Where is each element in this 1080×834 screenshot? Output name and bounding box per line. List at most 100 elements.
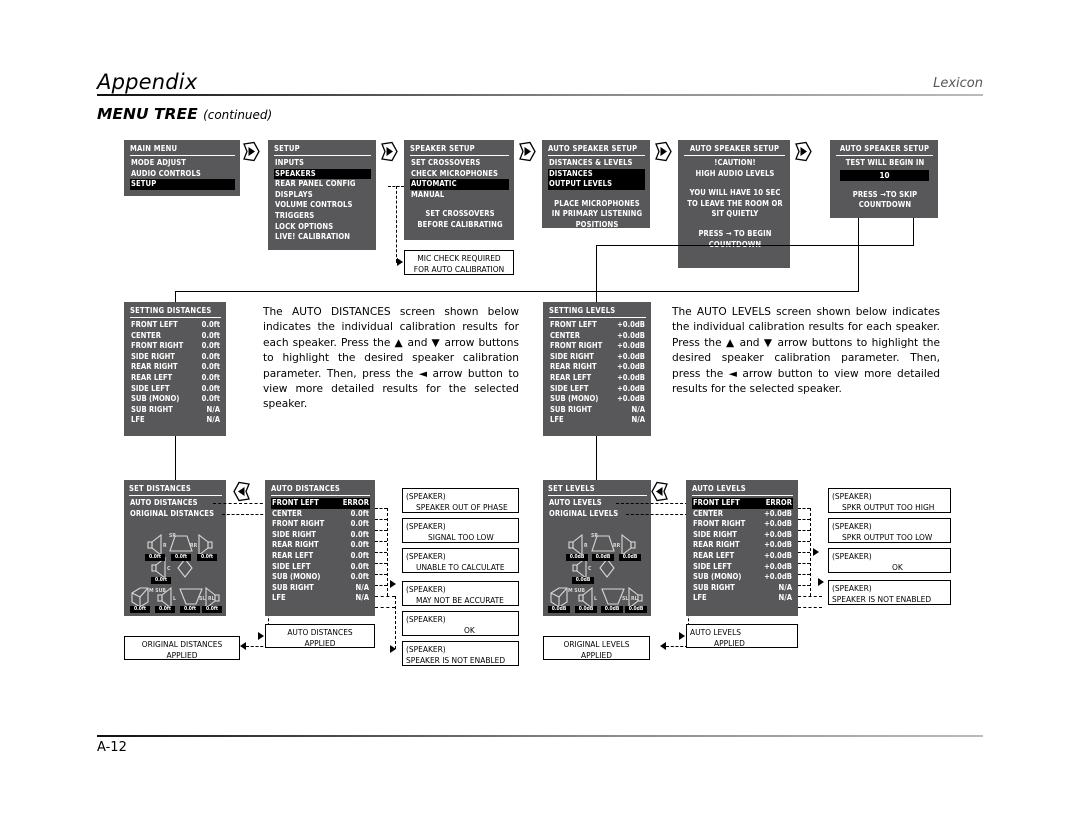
arrowhead-miccheck [397,258,403,266]
nav-left-icon-levels[interactable] [650,481,671,502]
arrowhead-autodist-applied [258,632,264,640]
row-value: ERROR [342,498,369,507]
menu-item-auto-distances[interactable]: AUTO DISTANCES [129,498,222,509]
section-heading-text: MENU TREE [97,105,198,123]
menu-item-check-microphones[interactable]: CHECK MICROPHONES [410,169,509,180]
connector-row-stub [375,607,395,608]
speaker-value-sr: 0.0ft [171,554,191,562]
screen-setting-distances: SETTING DISTANCES FRONT LEFT 0.0ft CENTER… [124,302,226,436]
table-row[interactable]: SIDE LEFT 0.0ft [271,562,370,573]
speaker-value-c: 0.0dB [572,577,594,585]
menu-item-rear-panel-config[interactable]: REAR PANEL CONFIG [274,179,371,190]
table-row[interactable]: CENTER 0.0ft [271,509,370,520]
note-original-levels-applied: ORIGINAL LEVELS APPLIED [543,636,650,660]
row-value: 0.0ft [350,508,369,518]
paragraph-auto-levels: The AUTO LEVELS screen shown below indic… [672,306,940,396]
table-row[interactable]: CENTER +0.0dB [692,509,793,520]
menu-item-displays[interactable]: DISPLAYS [274,190,371,201]
table-row[interactable]: LFE N/A [692,593,793,604]
nav-right-icon-2[interactable] [378,141,399,162]
table-row[interactable]: REAR RIGHT 0.0ft [271,540,370,551]
table-row[interactable]: SUB RIGHT N/A [271,583,370,594]
row-value: 0.0ft [201,394,220,404]
notice-line-3: POSITIONS [575,219,619,229]
menu-item-distances[interactable]: DISTANCES [548,168,645,180]
message-line-2: SIGNAL TOO LOW [428,532,494,542]
menu-item-inputs[interactable]: INPUTS [274,158,371,169]
table-row[interactable]: FRONT RIGHT 0.0ft [271,519,370,530]
screen-auto-speaker-setup-menu: AUTO SPEAKER SETUP DISTANCES & LEVELS DI… [542,140,650,229]
table-row[interactable]: FRONT RIGHT +0.0dB [692,519,793,530]
menu-item-setup[interactable]: SETUP [130,179,235,190]
row-value: +0.0dB [617,394,645,404]
table-row: FRONT LEFT +0.0dB [549,320,646,331]
table-row[interactable]: SUB (MONO) +0.0dB [692,572,793,583]
speaker-label-l: L [173,596,176,603]
connector-row-stub [375,530,387,531]
table-row: REAR RIGHT 0.0ft [130,362,221,373]
table-row[interactable]: SIDE RIGHT +0.0dB [692,530,793,541]
menu-item-audio-controls[interactable]: AUDIO CONTROLS [130,169,235,180]
menu-item-manual[interactable]: MANUAL [410,190,509,201]
table-row: SIDE LEFT 0.0ft [130,384,221,395]
connector-bus-h2 [596,245,914,247]
screen-title: AUTO SPEAKER SETUP [548,144,645,156]
screen-title: AUTO SPEAKER SETUP [684,144,785,156]
page-number: A-12 [97,740,127,755]
menu-item-triggers[interactable]: TRIGGERS [274,211,371,222]
nav-right-icon-3[interactable] [516,141,537,162]
row-value: N/A [631,404,645,414]
menu-item-distances-and-levels[interactable]: DISTANCES & LEVELS [548,158,645,169]
row-name: CENTER [693,508,723,518]
menu-item-speakers[interactable]: SPEAKERS [274,168,371,180]
nav-right-icon-1[interactable] [240,141,261,162]
table-row: SUB RIGHT N/A [130,405,221,416]
row-value: +0.0dB [764,561,792,571]
menu-item-lock-options[interactable]: LOCK OPTIONS [274,222,371,233]
row-value: +0.0dB [764,529,792,539]
row-name: SUB (MONO) [272,572,321,582]
menu-item-live-calibration[interactable]: LIVE! CALIBRATION [274,232,371,243]
note-line-1: MIC CHECK REQUIRED [417,253,501,263]
table-row[interactable]: REAR RIGHT +0.0dB [692,540,793,551]
connector-autolev-dash [616,503,688,504]
table-row: CENTER 0.0ft [130,331,221,342]
table-row[interactable]: REAR LEFT 0.0ft [271,551,370,562]
row-value: 0.0ft [350,572,369,582]
menu-item-original-distances[interactable]: ORIGINAL DISTANCES [129,509,222,520]
connector-row-stub [798,574,810,575]
table-row[interactable]: SIDE LEFT +0.0dB [692,562,793,573]
screen-title: SPEAKER SETUP [410,144,509,156]
table-row[interactable]: FRONT LEFT ERROR [692,498,793,509]
row-name: SUB (MONO) [550,394,599,404]
row-value: N/A [206,404,220,414]
note-line-2: APPLIED [714,638,745,648]
nav-right-icon-5[interactable] [792,141,813,162]
countdown-line-2: COUNTDOWN [858,200,912,210]
nav-left-icon-distances[interactable] [232,481,253,502]
menu-item-volume-controls[interactable]: VOLUME CONTROLS [274,200,371,211]
connector-countdown-right-v [913,218,915,246]
table-row[interactable]: SUB RIGHT N/A [692,583,793,594]
table-row[interactable]: REAR LEFT +0.0dB [692,551,793,562]
message-unable-to-calculate: (SPEAKER) UNABLE TO CALCULATE [402,548,519,573]
speaker-label-sl: SL [622,596,629,603]
screen-main-menu: MAIN MENU MODE ADJUST AUDIO CONTROLS SET… [124,140,240,196]
menu-item-set-crossovers[interactable]: SET CROSSOVERS [410,158,509,169]
message-speaker-out-of-phase: (SPEAKER) SPEAKER OUT OF PHASE [402,488,519,513]
row-value: +0.0dB [764,519,792,529]
menu-item-mode-adjust[interactable]: MODE ADJUST [130,158,235,169]
table-row[interactable]: LFE N/A [271,593,370,604]
table-row[interactable]: SUB (MONO) 0.0ft [271,572,370,583]
table-row[interactable]: SIDE RIGHT 0.0ft [271,530,370,541]
row-value: N/A [206,415,220,425]
message-line-2: SPEAKER OUT OF PHASE [416,502,508,512]
menu-item-automatic[interactable]: AUTOMATIC [410,179,509,190]
menu-item-output-levels[interactable]: OUTPUT LEVELS [548,179,645,190]
section-heading: MENU TREE (continued) [97,105,272,123]
nav-right-icon-4[interactable] [652,141,673,162]
note-line-2: APPLIED [166,650,198,660]
table-row[interactable]: FRONT LEFT ERROR [271,498,370,509]
row-name: SIDE RIGHT [693,529,737,539]
speaker-value-sr: 0.0dB [592,554,614,562]
